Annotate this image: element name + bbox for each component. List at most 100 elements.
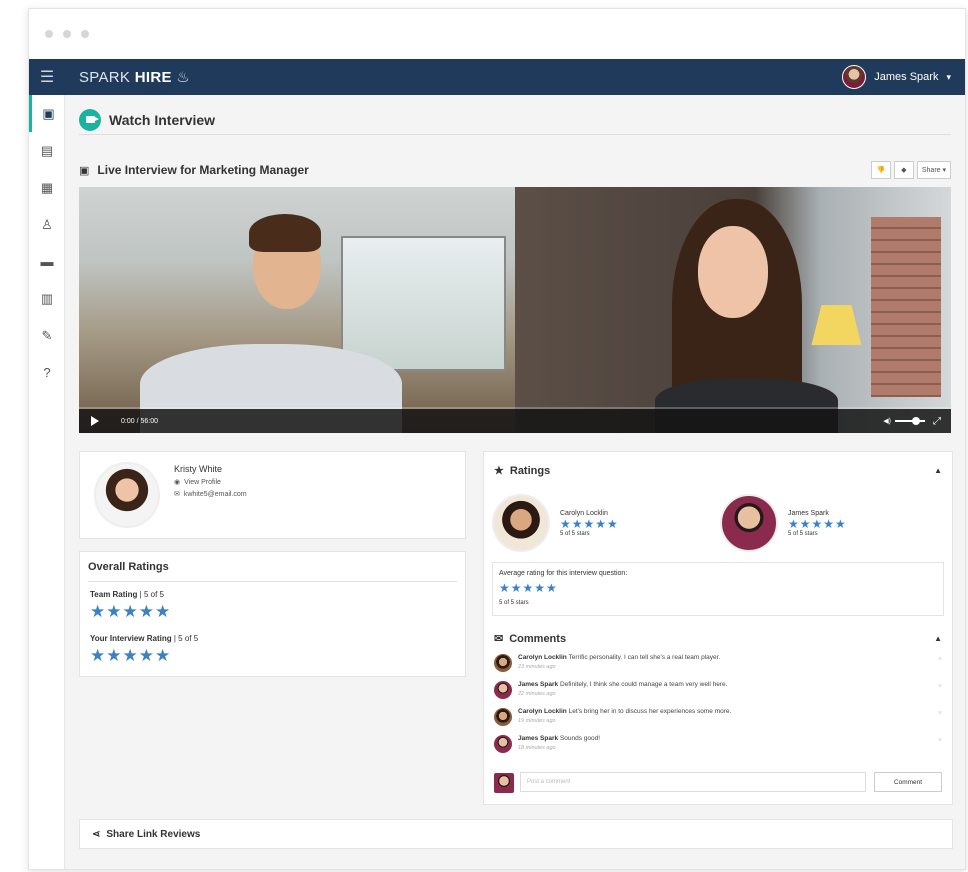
share-link-reviews-panel[interactable]: ⋖ Share Link Reviews (79, 819, 953, 849)
window-dot[interactable] (81, 30, 89, 38)
comment-text: James Spark Definitely, I think she coul… (518, 681, 728, 688)
folder-icon[interactable]: ▬ (29, 243, 65, 280)
browser-chrome (29, 9, 965, 59)
divider (88, 581, 457, 582)
thumbs-down-button[interactable]: 👎 (870, 161, 891, 179)
top-navbar: ☰ SPARK HIRE ♨ James Spark ▾ (29, 59, 965, 95)
browser-window: ☰ SPARK HIRE ♨ James Spark ▾ ▣ ▤ ▦ ♙ ▬ ▥… (28, 8, 966, 870)
rater-stars: ★★★★★ (788, 516, 847, 531)
brand-logo[interactable]: SPARK HIRE ♨ (79, 68, 190, 86)
main-content: Watch Interview ▣ Live Interview for Mar… (65, 95, 965, 869)
rater: Carolyn Locklin ★★★★★ 5 of 5 stars (492, 494, 619, 552)
help-icon[interactable]: ? (29, 354, 65, 391)
calendar-icon[interactable]: ▦ (29, 169, 65, 206)
comment-avatar (494, 708, 512, 726)
share-button[interactable]: Share ▾ (916, 161, 951, 179)
average-rating-stars: ★★★★★ (499, 581, 558, 595)
briefcase-icon: ▣ (79, 164, 90, 177)
overall-ratings-card: Overall Ratings Team Rating | 5 of 5 ★★★… (79, 551, 466, 677)
user-avatar (842, 65, 867, 89)
comment-input[interactable]: Post a comment (520, 772, 866, 792)
volume-knob[interactable] (911, 417, 920, 425)
candidate-email[interactable]: ✉ kwhite5@email.com (174, 490, 247, 499)
candidate-video (515, 187, 951, 433)
window-dot[interactable] (63, 30, 71, 38)
rater-avatar (492, 494, 550, 552)
view-profile-label[interactable]: View Profile (184, 479, 221, 486)
average-rating-box: Average rating for this interview questi… (492, 562, 944, 616)
rater-stars: ★★★★★ (560, 516, 619, 531)
overall-ratings-title: Overall Ratings (88, 561, 169, 573)
comment: James Spark Sounds good! 18 minutes ago … (494, 733, 942, 757)
email-label[interactable]: kwhite5@email.com (184, 491, 247, 498)
fullscreen-icon[interactable]: ⤢ (933, 416, 941, 427)
building-background (871, 217, 941, 397)
delete-icon[interactable]: × (938, 737, 942, 744)
volume-slider[interactable] (895, 417, 925, 425)
interview-icon[interactable]: ▣ (29, 95, 65, 132)
eye-icon: ◉ (174, 479, 181, 486)
comments-header: ✉ Comments (494, 632, 567, 646)
tag-button[interactable]: ◆ (893, 161, 914, 179)
window-dot[interactable] (45, 30, 53, 38)
collapse-icon[interactable]: ▲ (934, 634, 942, 643)
people-icon[interactable]: ♙ (29, 206, 65, 243)
video-time: 0:00 / 56:00 (121, 417, 158, 425)
edit-icon[interactable]: ✎ (29, 317, 65, 354)
candidate-card: Kristy White ◉ View Profile ✉ kwhite5@em… (79, 451, 466, 539)
interviewer-video (79, 187, 515, 433)
comment-text: James Spark Sounds good! (518, 735, 601, 742)
your-rating-stars[interactable]: ★★★★★ (90, 646, 171, 666)
comment-button[interactable]: Comment (874, 772, 942, 792)
comment-avatar (494, 735, 512, 753)
ratings-header: ★ Ratings (494, 464, 551, 478)
briefcase-icon[interactable]: ▤ (29, 132, 65, 169)
menu-icon[interactable]: ☰ (29, 59, 65, 95)
comment-composer: Post a comment Comment (494, 772, 942, 793)
share-icon: ⋖ (92, 829, 101, 840)
rater-name: James Spark (788, 509, 829, 517)
comment-time: 22 minutes ago (518, 691, 556, 697)
star-icon: ★ (494, 465, 504, 477)
candidate-head (698, 226, 769, 319)
comment: Carolyn Locklin Terrific personality. I … (494, 652, 942, 676)
user-name: James Spark (874, 71, 939, 83)
chart-icon[interactable]: ▥ (29, 280, 65, 317)
comment-avatar (494, 654, 512, 672)
comment-time: 18 minutes ago (518, 745, 556, 751)
view-profile-link[interactable]: ◉ View Profile (174, 478, 221, 487)
delete-icon[interactable]: × (938, 656, 942, 663)
delete-icon[interactable]: × (938, 683, 942, 690)
sidebar: ▣ ▤ ▦ ♙ ▬ ▥ ✎ ? (29, 95, 65, 869)
chevron-down-icon: ▾ (946, 71, 951, 82)
collapse-icon[interactable]: ▲ (934, 466, 942, 475)
comment-time: 19 minutes ago (518, 718, 556, 724)
office-window (340, 236, 507, 372)
volume-icon[interactable]: ◀) (883, 417, 891, 425)
team-rating-stars: ★★★★★ (90, 602, 172, 621)
my-avatar (494, 773, 514, 793)
volume-control[interactable]: ◀) (883, 417, 925, 425)
comment-avatar (494, 681, 512, 699)
share-link-reviews-header[interactable]: ⋖ Share Link Reviews (92, 829, 200, 840)
delete-icon[interactable]: × (938, 710, 942, 717)
candidate-avatar (94, 462, 160, 528)
envelope-icon: ✉ (174, 491, 180, 498)
interview-toolbar: 👎 ◆ Share ▾ (870, 161, 951, 179)
user-menu[interactable]: James Spark ▾ (842, 65, 951, 89)
rater-score: 5 of 5 stars (560, 530, 590, 537)
average-rating-title: Average rating for this interview questi… (499, 570, 628, 577)
candidate-name: Kristy White (174, 464, 223, 474)
play-icon[interactable] (91, 416, 99, 426)
average-rating-score: 5 of 5 stars (499, 600, 529, 606)
rater-name: Carolyn Locklin (560, 509, 608, 517)
page-header: Watch Interview (79, 105, 951, 135)
your-rating-label: Your Interview Rating | 5 of 5 (90, 634, 199, 643)
video-camera-icon (79, 108, 101, 131)
comment-text: Carolyn Locklin Terrific personality. I … (518, 654, 721, 661)
page-title: Watch Interview (109, 111, 216, 128)
interview-header: ▣ Live Interview for Marketing Manager 👎… (79, 159, 951, 181)
comment: James Spark Definitely, I think she coul… (494, 679, 942, 703)
rater: James Spark ★★★★★ 5 of 5 stars (720, 494, 847, 552)
video-player[interactable]: 0:00 / 56:00 ◀) ⤢ (79, 187, 951, 433)
